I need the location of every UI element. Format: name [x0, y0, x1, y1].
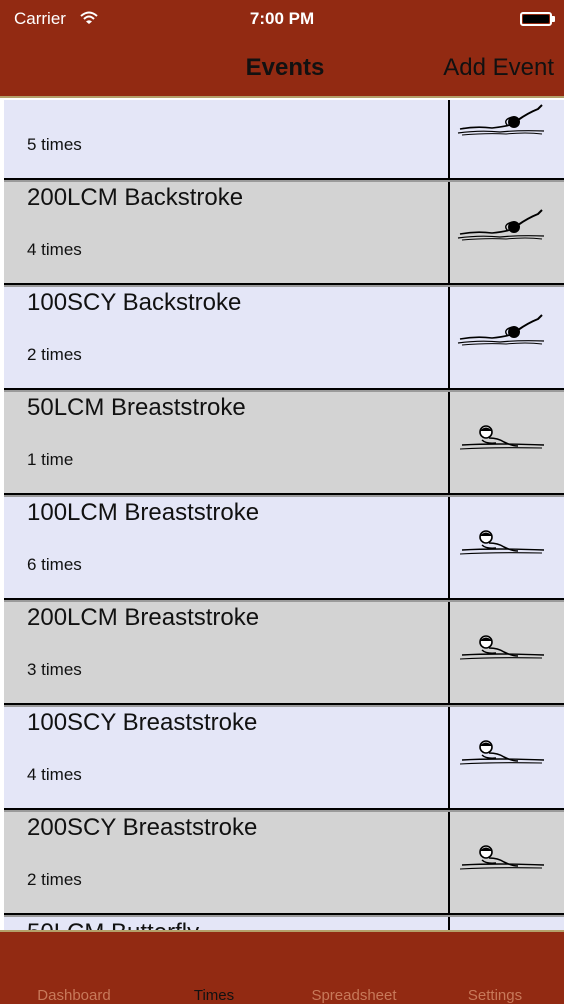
- backstroke-icon: [456, 100, 545, 155]
- event-row[interactable]: 100LCM Backstroke 5 times: [4, 100, 564, 180]
- event-row[interactable]: 200SCY Breaststroke 2 times: [4, 812, 564, 915]
- event-title: 200SCY Breaststroke: [27, 814, 258, 841]
- tab-dashboard[interactable]: Dashboard: [4, 987, 144, 1004]
- tab-bar: Dashboard Times Spreadsheet Settings: [0, 930, 564, 1004]
- breaststroke-icon: [456, 620, 545, 680]
- tab-times[interactable]: Times: [144, 987, 284, 1004]
- battery-icon: [520, 12, 556, 26]
- event-count: 1 time: [27, 450, 74, 469]
- breaststroke-icon: [456, 830, 545, 890]
- event-title: 200LCM Breaststroke: [27, 604, 260, 631]
- event-info: 100SCY Breaststroke 4 times: [4, 707, 450, 810]
- event-row[interactable]: 50LCM Butterfly: [4, 917, 564, 930]
- event-info: 50LCM Butterfly: [4, 917, 450, 930]
- event-title: 50LCM Butterfly: [27, 919, 199, 930]
- tab-settings[interactable]: Settings: [425, 987, 564, 1004]
- event-title: 100LCM Backstroke: [27, 100, 243, 107]
- event-count: 6 times: [27, 555, 82, 574]
- breaststroke-icon: [456, 725, 545, 785]
- event-info: 100LCM Breaststroke 6 times: [4, 497, 450, 600]
- event-row[interactable]: 100LCM Breaststroke 6 times: [4, 497, 564, 600]
- event-title: 100SCY Breaststroke: [27, 709, 258, 736]
- breaststroke-icon: [456, 515, 545, 575]
- event-info: 200LCM Backstroke 4 times: [4, 182, 450, 285]
- event-title: 100LCM Breaststroke: [27, 499, 260, 526]
- add-event-button[interactable]: Add Event: [443, 54, 554, 82]
- app-screen: Carrier 7:00 PM Events Add Event 100LCM …: [0, 0, 564, 1004]
- event-info: 200SCY Breaststroke 2 times: [4, 812, 450, 915]
- event-title: 50LCM Breaststroke: [27, 394, 246, 421]
- backstroke-icon: [456, 305, 545, 365]
- event-info: 100SCY Backstroke 2 times: [4, 287, 450, 390]
- event-row[interactable]: 200LCM Backstroke 4 times: [4, 182, 564, 285]
- event-info: 100LCM Backstroke 5 times: [4, 100, 450, 180]
- event-info: 50LCM Breaststroke 1 time: [4, 392, 450, 495]
- status-bar: Carrier 7:00 PM: [0, 0, 564, 38]
- event-row[interactable]: 100SCY Backstroke 2 times: [4, 287, 564, 390]
- event-count: 5 times: [27, 135, 82, 154]
- event-row[interactable]: 200LCM Breaststroke 3 times: [4, 602, 564, 705]
- tab-spreadsheet[interactable]: Spreadsheet: [284, 987, 424, 1004]
- event-count: 4 times: [27, 765, 82, 784]
- events-list-content: 100LCM Backstroke 5 times 200LCM Backstrok…: [4, 100, 564, 930]
- events-list[interactable]: 100LCM Backstroke 5 times 200LCM Backstrok…: [4, 100, 564, 930]
- event-count: 2 times: [27, 345, 82, 364]
- event-count: 2 times: [27, 870, 82, 889]
- backstroke-icon: [456, 200, 545, 260]
- event-title: 100SCY Backstroke: [27, 289, 242, 316]
- event-row[interactable]: 100SCY Breaststroke 4 times: [4, 707, 564, 810]
- event-info: 200LCM Breaststroke 3 times: [4, 602, 450, 705]
- event-title: 200LCM Backstroke: [27, 184, 244, 211]
- status-time: 7:00 PM: [249, 9, 315, 28]
- event-count: 4 times: [27, 240, 82, 259]
- navigation-bar: Events Add Event: [0, 38, 564, 98]
- event-count: 3 times: [27, 660, 82, 679]
- breaststroke-icon: [456, 410, 545, 470]
- event-row[interactable]: 50LCM Breaststroke 1 time: [4, 392, 564, 495]
